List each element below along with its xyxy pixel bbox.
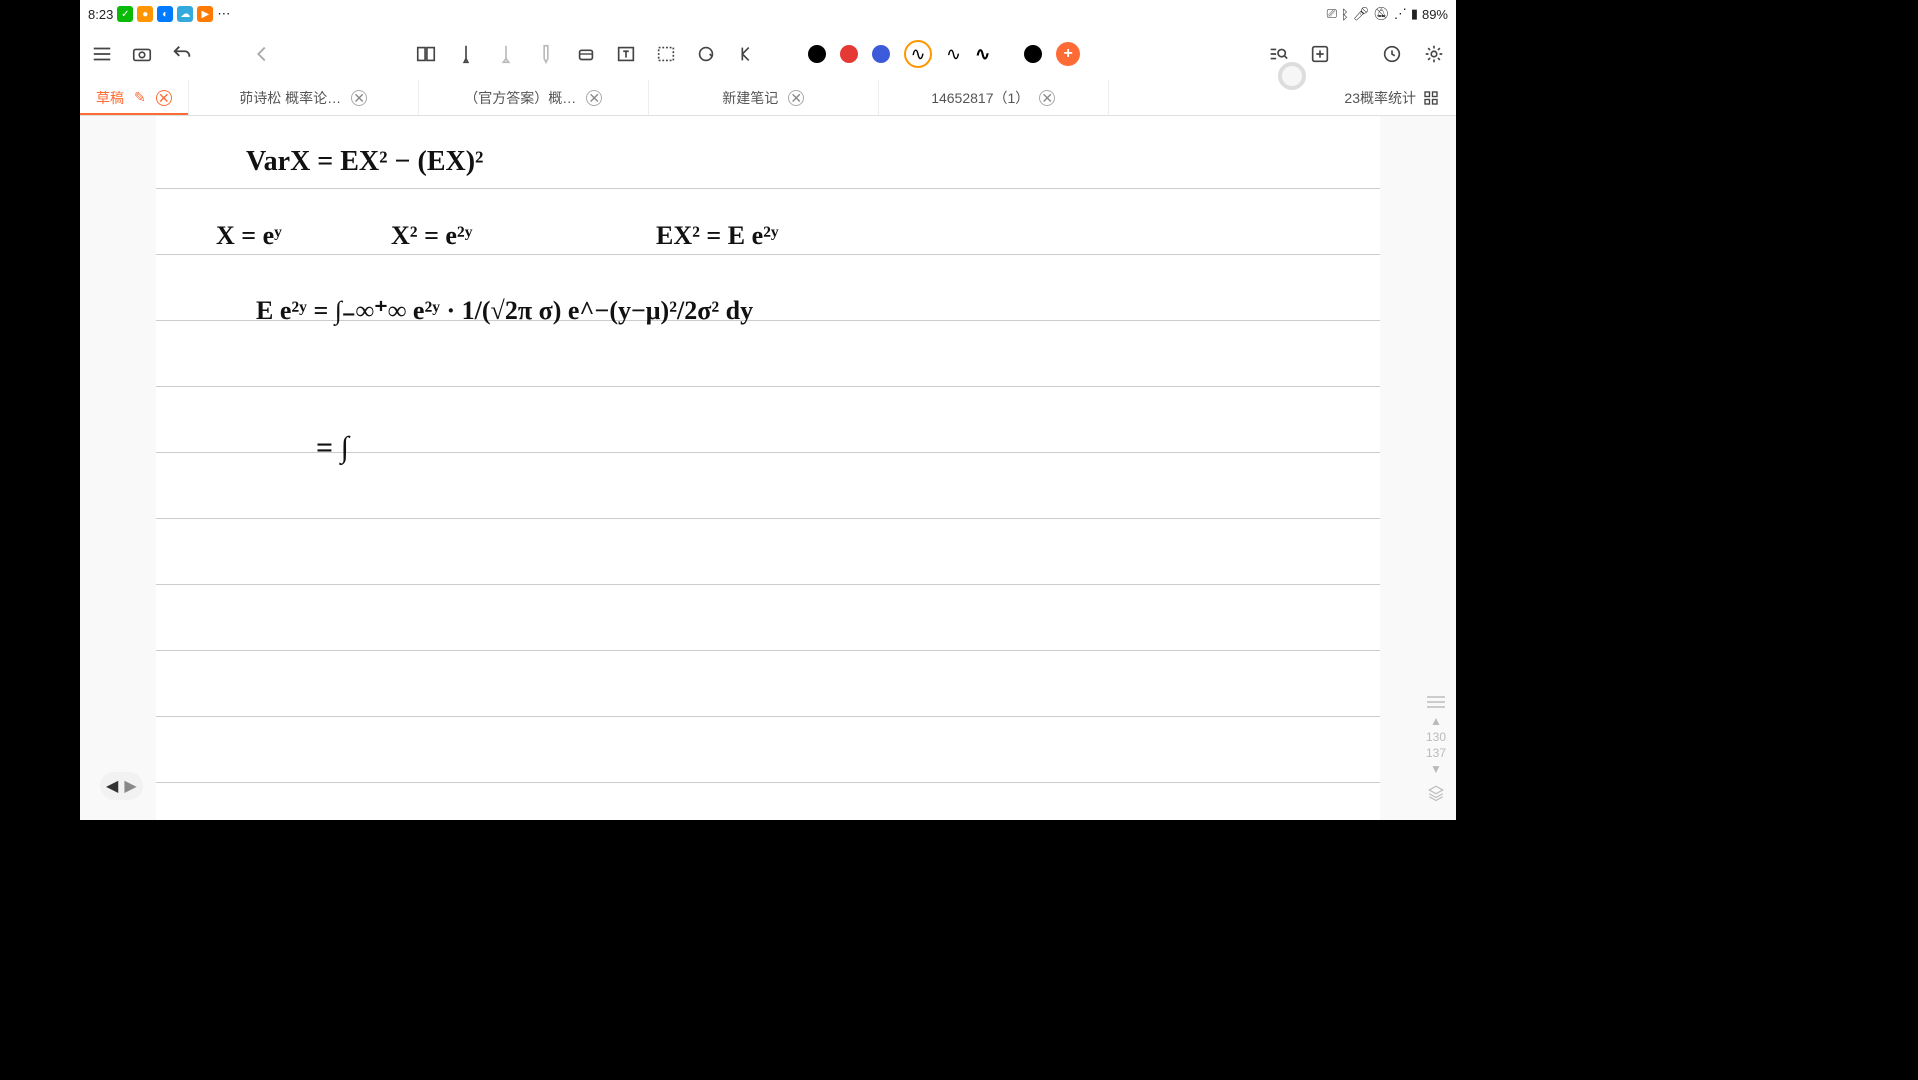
tab-number[interactable]: 14652817（1） ✕ bbox=[879, 80, 1109, 115]
close-icon[interactable]: ✕ bbox=[788, 90, 804, 106]
stroke-wave-1-selected[interactable]: ∿ bbox=[904, 40, 932, 68]
battery-icon: ▮ bbox=[1411, 6, 1418, 22]
close-icon[interactable]: ✕ bbox=[1039, 90, 1055, 106]
color-blue[interactable] bbox=[872, 45, 890, 63]
tab-answers[interactable]: （官方答案）概… ✕ bbox=[419, 80, 649, 115]
tab-draft[interactable]: 草稿 ✎ ✕ bbox=[80, 80, 189, 115]
math-line-4: = ∫ bbox=[316, 431, 349, 465]
add-color-button[interactable]: + bbox=[1056, 42, 1080, 66]
tab-label: 茆诗松 概率论… bbox=[239, 88, 341, 108]
tab-book[interactable]: 茆诗松 概率论… ✕ bbox=[189, 80, 419, 115]
pen-highlight-icon[interactable] bbox=[534, 42, 558, 66]
pen-medium-icon[interactable] bbox=[494, 42, 518, 66]
page-next[interactable]: ▶ bbox=[124, 776, 136, 796]
tab-label: 新建笔记 bbox=[722, 88, 778, 108]
tab-label: 草稿 bbox=[96, 88, 124, 108]
page-indicator: ▲ 130 137 ▼ bbox=[1426, 696, 1446, 805]
close-icon[interactable]: ✕ bbox=[586, 90, 602, 106]
page-prev[interactable]: ◀ bbox=[106, 776, 118, 796]
color-red[interactable] bbox=[840, 45, 858, 63]
paper: VarX = EX² − (EX)² X = eʸ X² = e²ʸ EX² =… bbox=[156, 116, 1380, 820]
status-left: 8:23 ✓ ● ◐ ☁ ▶ ⋯ bbox=[88, 6, 230, 22]
scroll-down-icon[interactable]: ▼ bbox=[1430, 762, 1442, 776]
split-icon[interactable] bbox=[414, 42, 438, 66]
floating-cursor bbox=[1278, 62, 1306, 90]
math-line-2b: X² = e²ʸ bbox=[391, 221, 473, 251]
eraser-icon[interactable] bbox=[574, 42, 598, 66]
scroll-up-icon[interactable]: ▲ bbox=[1430, 714, 1442, 728]
page-nav: ◀ ▶ bbox=[100, 772, 143, 800]
mic-icon: 🎤︎ bbox=[1353, 6, 1370, 22]
indicator-bars bbox=[1427, 696, 1445, 708]
stroke-wave-3[interactable]: ∿ bbox=[975, 44, 990, 65]
tab-label: （官方答案）概… bbox=[464, 88, 576, 108]
shape-recognize-icon[interactable] bbox=[694, 42, 718, 66]
grid-icon[interactable] bbox=[1422, 89, 1440, 107]
status-more[interactable]: ⋯ bbox=[217, 6, 230, 22]
close-icon[interactable]: ✕ bbox=[351, 90, 367, 106]
layers-icon[interactable] bbox=[1427, 784, 1445, 805]
back-icon[interactable] bbox=[250, 42, 274, 66]
wifi-icon: ⋰ bbox=[1394, 6, 1407, 22]
settings-icon[interactable] bbox=[1422, 42, 1446, 66]
lasso-icon[interactable] bbox=[654, 42, 678, 66]
color-black-2[interactable] bbox=[1024, 45, 1042, 63]
weibo-icon: ● bbox=[137, 6, 153, 22]
clock-icon[interactable] bbox=[1380, 42, 1404, 66]
close-icon[interactable]: ✕ bbox=[156, 90, 172, 106]
math-line-1: VarX = EX² − (EX)² bbox=[246, 146, 483, 178]
stroke-wave-2[interactable]: ∿ bbox=[946, 44, 961, 65]
battery-text: 89% bbox=[1422, 7, 1448, 22]
tab-new-note[interactable]: 新建笔记 ✕ bbox=[649, 80, 879, 115]
camera-icon[interactable] bbox=[130, 42, 154, 66]
wechat-icon: ✓ bbox=[117, 6, 133, 22]
text-tool-icon[interactable] bbox=[614, 42, 638, 66]
page-from: 130 bbox=[1426, 730, 1446, 744]
tab-bar: 草稿 ✎ ✕ 茆诗松 概率论… ✕ （官方答案）概… ✕ 新建笔记 ✕ 1465… bbox=[80, 80, 1456, 116]
status-time: 8:23 bbox=[88, 7, 113, 22]
math-line-3: E e²ʸ = ∫₋∞⁺∞ e²ʸ · 1/(√2π σ) e^−(y−μ)²/… bbox=[256, 296, 753, 326]
undo-icon[interactable] bbox=[170, 42, 194, 66]
math-line-2c: EX² = E e²ʸ bbox=[656, 221, 779, 251]
tab-prob-stats[interactable]: 23概率统计 bbox=[1328, 80, 1456, 115]
note-canvas[interactable]: VarX = EX² − (EX)² X = eʸ X² = e²ʸ EX² =… bbox=[80, 116, 1456, 820]
math-line-2a: X = eʸ bbox=[216, 221, 282, 251]
cast-icon: ⎚ bbox=[1327, 6, 1337, 22]
toolbar: ∿ ∿ ∿ + bbox=[80, 28, 1456, 80]
page-to: 137 bbox=[1426, 746, 1446, 760]
app-icon-1: ◐ bbox=[157, 6, 173, 22]
bluetooth-icon: ᛒ bbox=[1341, 7, 1349, 22]
tab-label: 23概率统计 bbox=[1344, 88, 1416, 108]
edit-icon[interactable]: ✎ bbox=[134, 89, 146, 106]
add-page-icon[interactable] bbox=[1308, 42, 1332, 66]
status-right: ⎚ ᛒ 🎤︎ 🔕︎ ⋰ ▮ 89% bbox=[1327, 6, 1448, 22]
status-bar: 8:23 ✓ ● ◐ ☁ ▶ ⋯ ⎚ ᛒ 🎤︎ 🔕︎ ⋰ ▮ 89% bbox=[80, 0, 1456, 28]
app-icon-2: ▶ bbox=[197, 6, 213, 22]
insert-before-icon[interactable] bbox=[734, 42, 758, 66]
hamburger-icon[interactable] bbox=[90, 42, 114, 66]
tab-label: 14652817（1） bbox=[931, 88, 1029, 108]
pen-fine-icon[interactable] bbox=[454, 42, 478, 66]
cloud-icon: ☁ bbox=[177, 6, 193, 22]
color-black[interactable] bbox=[808, 45, 826, 63]
app-screen: 8:23 ✓ ● ◐ ☁ ▶ ⋯ ⎚ ᛒ 🎤︎ 🔕︎ ⋰ ▮ 89% bbox=[80, 0, 1456, 820]
margin-left bbox=[80, 116, 156, 820]
mute-icon: 🔕︎ bbox=[1373, 6, 1390, 22]
